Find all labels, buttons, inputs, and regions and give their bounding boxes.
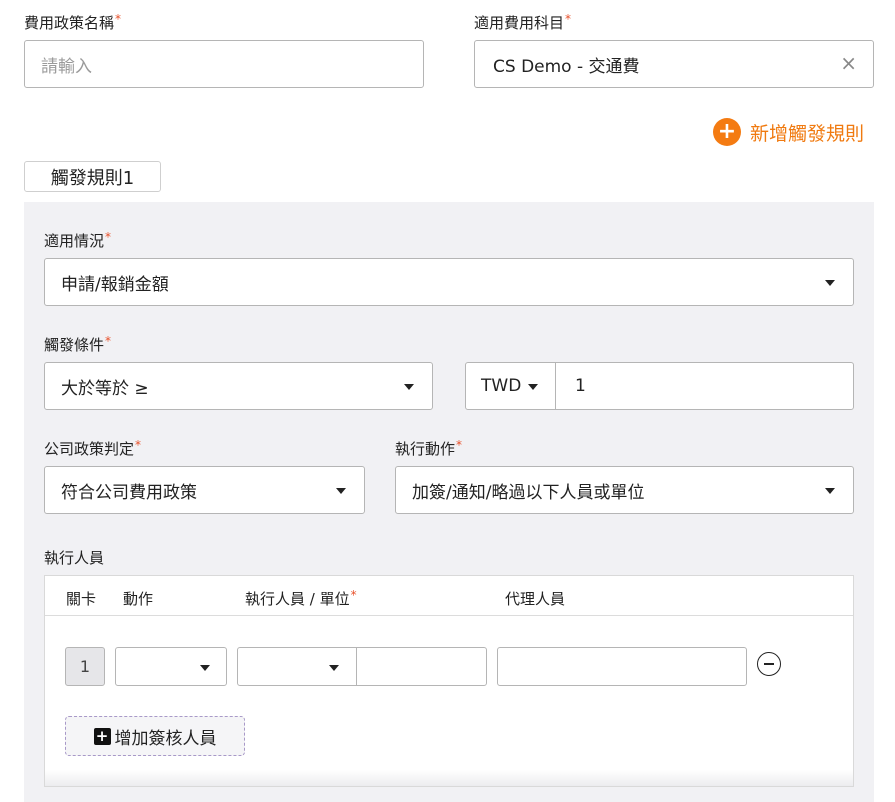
caret-down-icon bbox=[404, 384, 414, 390]
column-delegate: 代理人員 bbox=[505, 590, 566, 608]
add-approver-button[interactable]: + 增加簽核人員 bbox=[65, 716, 245, 756]
expense-category-select[interactable]: CS Demo - 交通費 × bbox=[474, 40, 874, 88]
caret-down-icon bbox=[200, 665, 210, 671]
amount-input[interactable]: 1 bbox=[555, 362, 854, 410]
add-trigger-rule-button[interactable]: + 新增觸發規則 bbox=[713, 118, 864, 146]
plus-circle-icon: + bbox=[713, 118, 741, 146]
action-select[interactable]: 加簽/通知/略過以下人員或單位 bbox=[395, 466, 854, 514]
caret-down-icon bbox=[528, 384, 538, 390]
policy-judgement-label: 公司政策判定* bbox=[44, 438, 142, 458]
action-label: 執行動作* bbox=[395, 438, 463, 458]
stage-number: 1 bbox=[65, 647, 105, 686]
policy-name-input[interactable]: 請輸入 bbox=[24, 40, 424, 88]
trigger-operator-value: 大於等於 ≥ bbox=[61, 378, 149, 399]
amount-value: 1 bbox=[575, 376, 586, 396]
caret-down-icon bbox=[825, 488, 835, 494]
column-action: 動作 bbox=[123, 590, 154, 608]
currency-select[interactable]: TWD bbox=[465, 362, 556, 410]
trigger-operator-select[interactable]: 大於等於 ≥ bbox=[44, 362, 433, 410]
caret-down-icon bbox=[825, 280, 835, 286]
trigger-condition-label: 觸發條件* bbox=[44, 334, 112, 354]
add-trigger-rule-label: 新增觸發規則 bbox=[750, 122, 865, 145]
policy-judgement-select[interactable]: 符合公司費用政策 bbox=[44, 466, 365, 514]
clear-icon[interactable]: × bbox=[840, 52, 857, 74]
row-executor-input[interactable] bbox=[356, 647, 487, 686]
table-header-divider bbox=[45, 615, 853, 616]
policy-name-label: 費用政策名稱* bbox=[24, 12, 122, 32]
plus-square-icon: + bbox=[93, 727, 111, 745]
applicable-case-value: 申請/報銷金額 bbox=[61, 274, 169, 295]
remove-row-icon[interactable] bbox=[757, 652, 781, 676]
row-delegate-input[interactable] bbox=[497, 647, 747, 686]
applicable-case-label: 適用情況* bbox=[44, 230, 112, 250]
applicable-case-select[interactable]: 申請/報銷金額 bbox=[44, 258, 854, 306]
row-executor-type-select[interactable] bbox=[237, 647, 357, 686]
caret-down-icon bbox=[336, 488, 346, 494]
tab-trigger-rule-1[interactable]: 觸發規則1 bbox=[24, 161, 161, 192]
expense-category-label: 適用費用科目* bbox=[474, 12, 572, 32]
table-bottom-shadow bbox=[45, 770, 853, 786]
column-executor: 執行人員 / 單位* bbox=[245, 588, 357, 608]
policy-judgement-value: 符合公司費用政策 bbox=[61, 482, 197, 503]
add-approver-label: 增加簽核人員 bbox=[114, 728, 217, 749]
column-stage: 關卡 bbox=[66, 590, 97, 608]
currency-value: TWD bbox=[481, 376, 522, 396]
expense-category-value: CS Demo - 交通費 bbox=[493, 56, 640, 77]
caret-down-icon bbox=[329, 665, 339, 671]
tab-trigger-rule-1-label: 觸發規則1 bbox=[50, 167, 135, 189]
executors-label: 執行人員 bbox=[44, 549, 105, 567]
action-value: 加簽/通知/略過以下人員或單位 bbox=[412, 482, 645, 503]
policy-name-placeholder: 請輸入 bbox=[41, 56, 92, 77]
row-action-select[interactable] bbox=[115, 647, 227, 686]
